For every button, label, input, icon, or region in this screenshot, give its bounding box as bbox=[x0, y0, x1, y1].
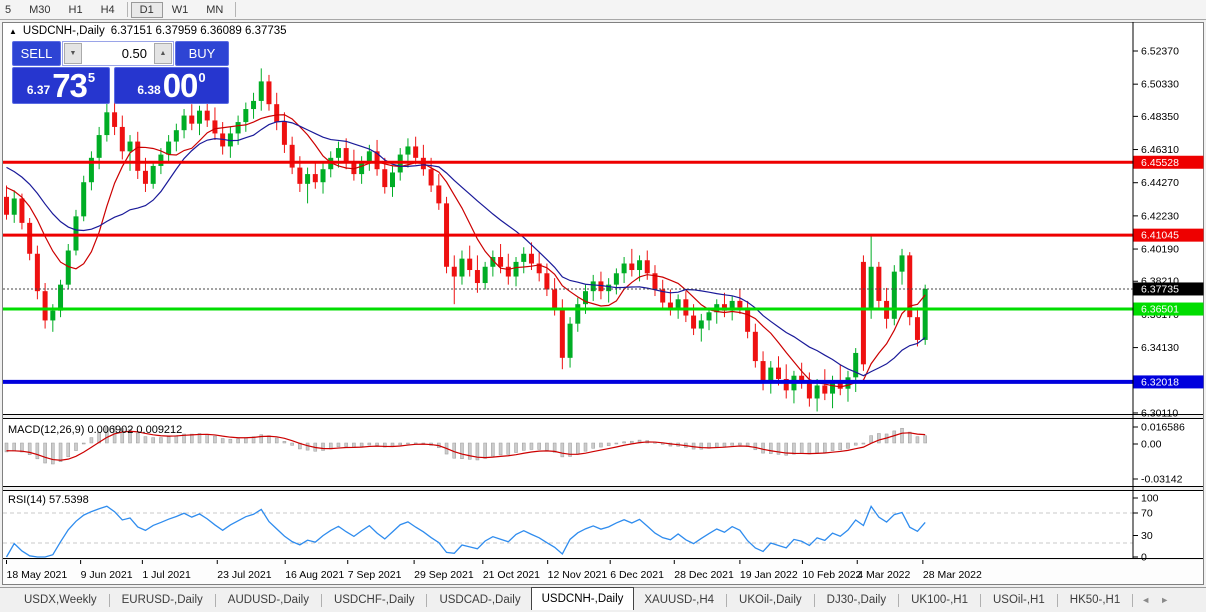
svg-text:6.40190: 6.40190 bbox=[1141, 244, 1179, 256]
svg-text:19 Jan 2022: 19 Jan 2022 bbox=[740, 569, 798, 581]
chart-canvas[interactable]: 6.52370 6.50330 6.48350 6.46310 6.44270 6.422… bbox=[0, 20, 1206, 587]
buy-price-small: 6.38 bbox=[137, 83, 161, 97]
timeframe-h1[interactable]: H1 bbox=[60, 2, 92, 18]
tab-usoil-h1[interactable]: USOil-,H1 bbox=[983, 591, 1055, 609]
volume-increase-icon[interactable]: ▲ bbox=[154, 43, 172, 64]
sell-price-big: 73 bbox=[52, 67, 88, 104]
sell-button[interactable]: SELL bbox=[12, 41, 61, 66]
chart-title: ▲ USDCNH-,Daily 6.37151 6.37959 6.36089 … bbox=[9, 25, 287, 37]
svg-text:7 Sep 2021: 7 Sep 2021 bbox=[348, 569, 402, 581]
svg-text:18 May 2021: 18 May 2021 bbox=[7, 569, 68, 581]
svg-text:6.30110: 6.30110 bbox=[1141, 407, 1178, 419]
tab-eurusd-daily[interactable]: EURUSD-,Daily bbox=[112, 591, 213, 609]
tab-uk100-h1[interactable]: UK100-,H1 bbox=[901, 591, 978, 609]
svg-text:6.46310: 6.46310 bbox=[1141, 144, 1179, 156]
timeframe-h4[interactable]: H4 bbox=[92, 2, 124, 18]
volume-input[interactable]: 0.50 bbox=[83, 42, 153, 65]
one-click-trading-panel: SELL ▼ 0.50 ▲ BUY 6.37 73 5 6.38 00 0 bbox=[12, 41, 229, 104]
svg-text:6.45528: 6.45528 bbox=[1141, 157, 1179, 169]
tab-hk50-h1[interactable]: HK50-,H1 bbox=[1060, 591, 1131, 609]
svg-text:0.016586: 0.016586 bbox=[1141, 422, 1185, 434]
sell-price-small: 6.37 bbox=[26, 83, 51, 97]
rsi-label: RSI(14) 57.5398 bbox=[8, 494, 89, 506]
svg-text:100: 100 bbox=[1141, 493, 1159, 505]
svg-text:6.32018: 6.32018 bbox=[1141, 376, 1179, 388]
svg-text:28 Dec 2021: 28 Dec 2021 bbox=[674, 569, 734, 581]
svg-text:6 Dec 2021: 6 Dec 2021 bbox=[610, 569, 664, 581]
svg-text:6.42230: 6.42230 bbox=[1141, 210, 1179, 222]
timeframe-m5[interactable]: 5 bbox=[0, 2, 20, 18]
toolbar-separator bbox=[235, 2, 237, 17]
buy-button[interactable]: BUY bbox=[175, 41, 229, 66]
tab-ukoil-daily[interactable]: UKOil-,Daily bbox=[729, 591, 812, 609]
sell-price-box[interactable]: 6.37 73 5 bbox=[12, 67, 110, 104]
svg-text:4 Mar 2022: 4 Mar 2022 bbox=[857, 569, 910, 581]
chart-symbol-label: USDCNH-,Daily bbox=[22, 25, 105, 37]
svg-text:23 Jul 2021: 23 Jul 2021 bbox=[217, 569, 271, 581]
svg-text:6.36501: 6.36501 bbox=[1141, 304, 1179, 316]
svg-text:6.37735: 6.37735 bbox=[1141, 283, 1179, 295]
svg-text:6.41045: 6.41045 bbox=[1141, 230, 1179, 242]
svg-text:1 Jul 2021: 1 Jul 2021 bbox=[142, 569, 191, 581]
tab-separator bbox=[898, 593, 900, 607]
tab-separator bbox=[108, 593, 110, 607]
timeframe-toolbar: 5 M30 H1 H4 D1 W1 MN bbox=[0, 0, 1206, 20]
svg-text:16 Aug 2021: 16 Aug 2021 bbox=[285, 569, 344, 581]
svg-text:0.00: 0.00 bbox=[1141, 439, 1162, 451]
svg-text:-0.03142: -0.03142 bbox=[1141, 474, 1183, 486]
tab-usdchf-daily[interactable]: USDCHF-,Daily bbox=[324, 591, 425, 609]
tab-xauusd-h4[interactable]: XAUUSD-,H4 bbox=[634, 591, 724, 609]
svg-text:28 Mar 2022: 28 Mar 2022 bbox=[923, 569, 982, 581]
svg-text:0: 0 bbox=[1141, 552, 1147, 564]
timeframe-m30[interactable]: M30 bbox=[20, 2, 59, 18]
tab-scroll-left-icon[interactable]: ◄ bbox=[1141, 595, 1150, 605]
tab-separator bbox=[1132, 593, 1134, 607]
svg-text:6.44270: 6.44270 bbox=[1141, 177, 1179, 189]
tab-separator bbox=[813, 593, 815, 607]
tab-separator bbox=[320, 593, 322, 607]
tab-usdcnh-daily[interactable]: USDCNH-,Daily bbox=[530, 587, 635, 610]
svg-text:6.48350: 6.48350 bbox=[1141, 111, 1179, 123]
toolbar-separator bbox=[126, 2, 128, 17]
volume-decrease-icon[interactable]: ▼ bbox=[64, 43, 82, 64]
collapse-panel-icon[interactable]: ▲ bbox=[9, 27, 17, 36]
svg-text:6.52370: 6.52370 bbox=[1141, 46, 1179, 58]
tab-separator bbox=[214, 593, 216, 607]
timeframe-mn[interactable]: MN bbox=[197, 2, 232, 18]
svg-text:6.50330: 6.50330 bbox=[1141, 79, 1179, 91]
svg-text:12 Nov 2021: 12 Nov 2021 bbox=[548, 569, 608, 581]
symbol-tab-bar: USDX,Weekly EURUSD-,Daily AUDUSD-,Daily … bbox=[0, 587, 1206, 612]
svg-text:70: 70 bbox=[1141, 508, 1153, 520]
tab-usdx-weekly[interactable]: USDX,Weekly bbox=[14, 591, 107, 609]
tab-separator bbox=[980, 593, 981, 607]
buy-price-big: 00 bbox=[162, 67, 199, 104]
tab-separator bbox=[426, 593, 428, 607]
tab-audusd-daily[interactable]: AUDUSD-,Daily bbox=[218, 591, 319, 609]
trading-terminal: { "toolbar": {"timeframes": ["5","M30","… bbox=[0, 0, 1206, 612]
chart-ohlc-values: 6.37151 6.37959 6.36089 6.37735 bbox=[110, 25, 287, 37]
svg-text:10 Feb 2022: 10 Feb 2022 bbox=[802, 569, 861, 581]
timeframe-w1[interactable]: W1 bbox=[163, 2, 198, 18]
svg-text:30: 30 bbox=[1141, 530, 1153, 542]
timeframe-d1[interactable]: D1 bbox=[130, 2, 163, 18]
volume-stepper: ▼ 0.50 ▲ bbox=[62, 41, 174, 66]
svg-text:6.34130: 6.34130 bbox=[1141, 342, 1179, 354]
buy-price-sup: 0 bbox=[198, 70, 206, 85]
tab-dj30-daily[interactable]: DJ30-,Daily bbox=[817, 591, 896, 609]
macd-label: MACD(12,26,9) 0.006902 0.009212 bbox=[8, 424, 182, 436]
tab-scroll-right-icon[interactable]: ► bbox=[1160, 595, 1169, 605]
svg-text:9 Jun 2021: 9 Jun 2021 bbox=[81, 569, 133, 581]
tab-usdcad-daily[interactable]: USDCAD-,Daily bbox=[429, 591, 530, 609]
tab-separator bbox=[1056, 593, 1058, 607]
sell-price-sup: 5 bbox=[87, 70, 96, 85]
buy-price-box[interactable]: 6.38 00 0 bbox=[114, 67, 229, 104]
svg-text:21 Oct 2021: 21 Oct 2021 bbox=[483, 569, 540, 581]
tab-separator bbox=[726, 593, 728, 607]
svg-text:29 Sep 2021: 29 Sep 2021 bbox=[414, 569, 474, 581]
